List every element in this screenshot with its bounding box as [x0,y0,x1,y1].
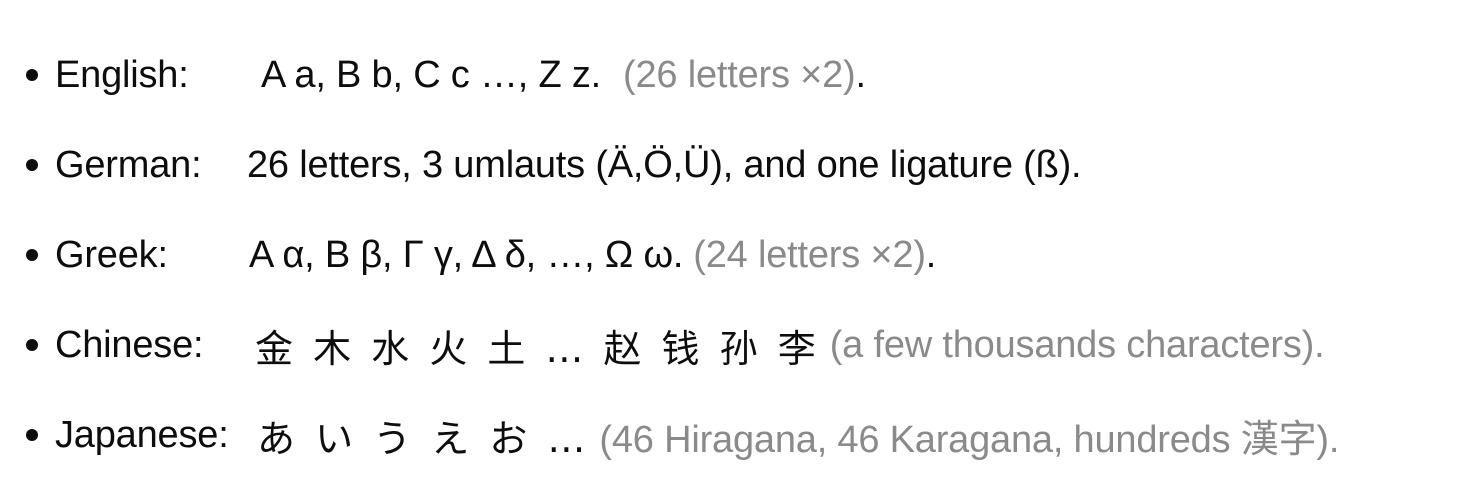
trailing-period: . [925,233,937,276]
alphabet-content: あ い う え お … [257,416,590,461]
list-item-greek: Greek: Α α, Β β, Γ γ, Δ δ, …, Ω ω. (24 l… [26,210,1339,300]
language-label: Greek: [55,233,168,276]
language-label: Japanese: [55,413,229,456]
bullet-icon [26,429,38,441]
list-item-japanese: Japanese: あ い う え お … (46 Hiragana, 46 K… [26,390,1339,480]
language-label: German: [55,143,202,186]
count-note: (24 letters ×2) [693,233,926,276]
language-label: English: [55,53,189,96]
list-item-chinese: Chinese: 金 木 水 火 土 … 赵 钱 孙 李 (a few thou… [26,300,1339,390]
alphabet-content: Α α, Β β, Γ γ, Δ δ, …, Ω ω. [249,233,684,276]
bullet-icon [26,69,38,81]
bullet-icon [26,249,38,261]
bullet-icon [26,159,38,171]
bullet-icon [26,339,38,351]
language-label: Chinese: [55,323,204,366]
list-item-german: German: 26 letters, 3 umlauts (Ä,Ö,Ü), a… [26,120,1339,210]
trailing-period: . [855,53,867,96]
slide: English: A a, B b, C c …, Z z. (26 lette… [0,0,1474,472]
list-item-english: English: A a, B b, C c …, Z z. (26 lette… [26,30,1339,120]
alphabet-content: A a, B b, C c …, Z z. [261,53,602,96]
count-note: (a few thousands characters). [829,323,1325,366]
alphabet-content: 金 木 水 火 土 … 赵 钱 孙 李 [255,326,820,371]
bullet-list: English: A a, B b, C c …, Z z. (26 lette… [26,30,1339,480]
count-note: (26 letters ×2) [623,53,856,96]
alphabet-content: 26 letters, 3 umlauts (Ä,Ö,Ü), and one l… [247,143,1082,186]
count-note: (46 Hiragana, 46 Karagana, hundreds 漢字). [599,418,1340,461]
